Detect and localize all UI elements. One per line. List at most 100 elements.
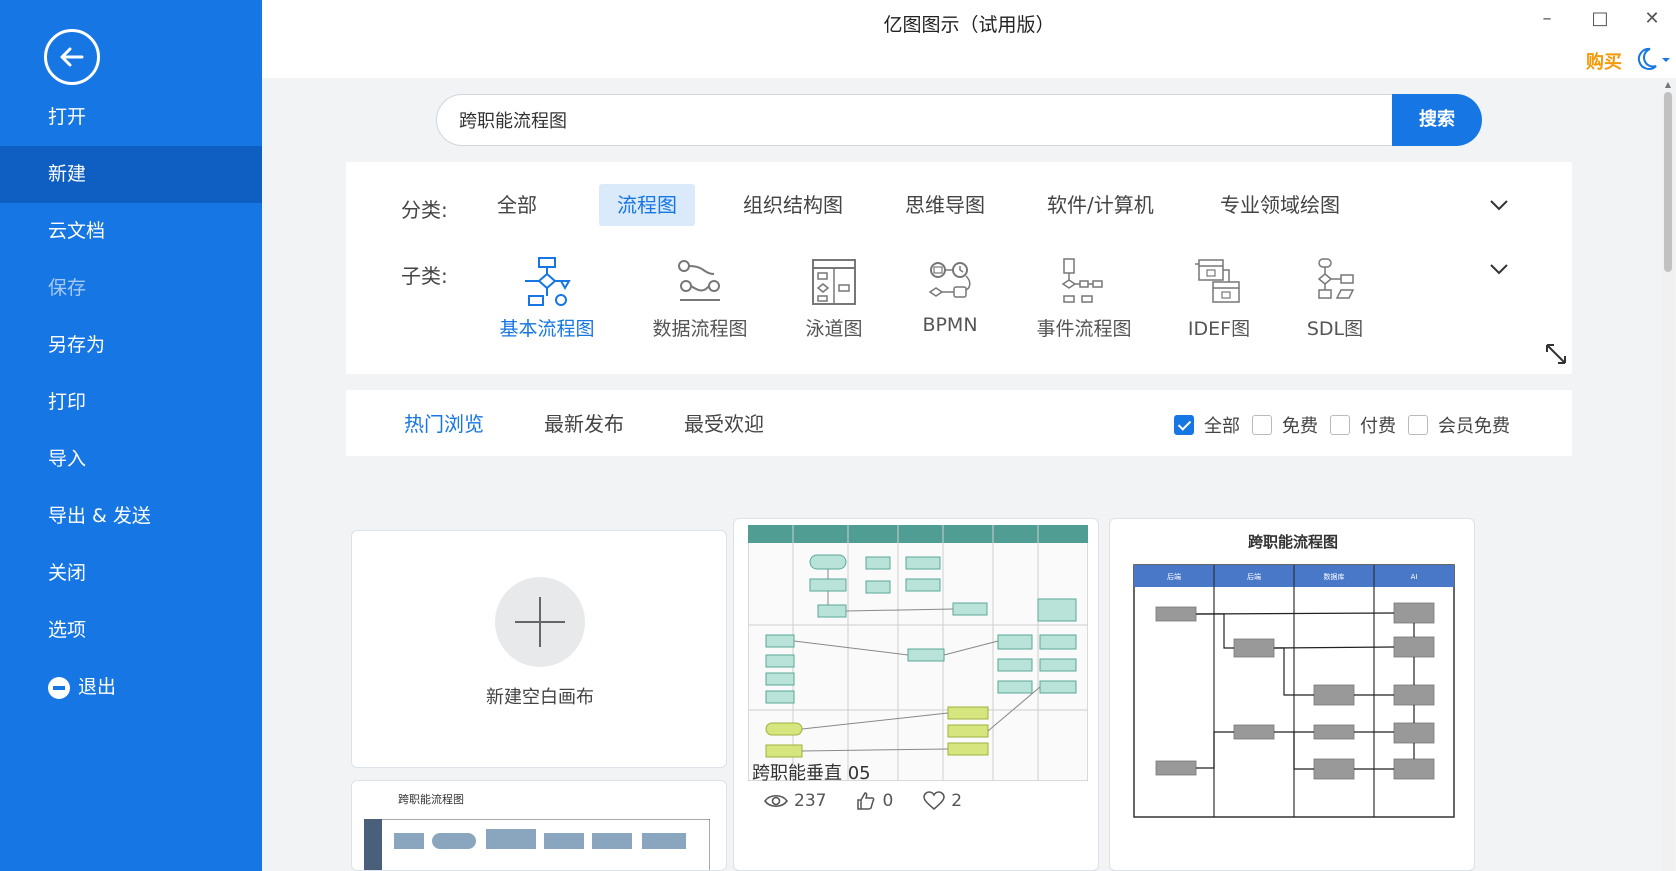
chevron-down-icon[interactable] [1488,258,1510,280]
new-blank-canvas-card[interactable]: 新建空白画布 [351,530,727,768]
tab-mind-map[interactable]: 思维导图 [887,184,1003,226]
buy-link[interactable]: 购买 [1586,48,1622,74]
tab-newest[interactable]: 最新发布 [544,408,624,437]
arrow-left-icon [60,47,84,67]
filter-paid[interactable]: 付费 [1330,412,1396,438]
search-input[interactable] [436,94,1426,146]
filter-free-checkbox[interactable] [1252,415,1272,435]
template-title: 跨职能垂直 05 [752,763,871,784]
exit-icon [48,676,70,699]
lane-header: 数据库 [1324,572,1345,581]
filter-free[interactable]: 免费 [1252,412,1318,438]
filter-bar: 热门浏览 最新发布 最受欢迎 全部 免费 付费 会员免费 [346,390,1572,456]
tab-org-chart[interactable]: 组织结构图 [725,184,861,226]
data-flow-icon [678,260,720,301]
favorites-stat[interactable]: 2 [923,791,962,811]
subcat-sdl[interactable]: SDL图 [1275,256,1395,341]
subcat-idef[interactable]: IDEF图 [1159,256,1279,341]
subcat-label: 事件流程图 [1036,318,1132,340]
likes-stat[interactable]: 0 [856,791,893,811]
sidebar-menu: 打开 新建 云文档 保存 另存为 打印 导入 导出 & 发送 关闭 选项 退出 [0,89,262,716]
vertical-scrollbar[interactable]: ▲ [1662,80,1674,871]
tab-professional[interactable]: 专业领域绘图 [1202,184,1358,226]
thumbs-up-icon [857,792,875,810]
subcat-event-flow[interactable]: 事件流程图 [1024,256,1144,341]
scroll-up-icon[interactable]: ▲ [1662,80,1674,89]
sidebar-item-export-send[interactable]: 导出 & 发送 [0,488,262,545]
sidebar: 打开 新建 云文档 保存 另存为 打印 导入 导出 & 发送 关闭 选项 退出 [0,0,262,871]
back-button[interactable] [44,29,100,85]
subcat-label: 基本流程图 [499,318,595,340]
minimize-button[interactable]: – [1532,8,1562,29]
sidebar-item-save-as[interactable]: 另存为 [0,317,262,374]
plus-icon [495,577,585,667]
thumbnail-title: 跨职能流程图 [398,793,464,806]
template-thumbnail: 跨职能流程图 后端 后端 数据库 AI [1133,533,1455,818]
subcat-label: 泳道图 [805,318,863,340]
category-label: 分类: [401,198,448,222]
sdl-icon [1317,258,1355,299]
chevron-down-icon[interactable] [1488,194,1510,216]
sidebar-item-new[interactable]: 新建 [0,146,262,203]
sidebar-item-print[interactable]: 打印 [0,374,262,431]
likes-count: 0 [882,791,894,811]
sidebar-item-cloud-docs[interactable]: 云文档 [0,203,262,260]
subcat-label: 数据流程图 [652,318,748,340]
subcat-data-flow[interactable]: 数据流程图 [640,256,760,341]
title-bar: 亿图图示（试用版） – □ ✕ 购买 [262,0,1676,78]
template-card[interactable]: 跨职能流程图 [351,780,727,871]
lane-header: 后端 [1167,572,1181,581]
sidebar-item-options[interactable]: 选项 [0,602,262,659]
blank-card-label: 新建空白画布 [486,687,594,708]
expand-icon[interactable] [1544,342,1568,366]
tab-all[interactable]: 全部 [479,184,555,226]
subcat-label: IDEF图 [1187,318,1251,340]
filter-all[interactable]: 全部 [1174,412,1240,438]
subcat-basic-flowchart[interactable]: 基本流程图 [487,256,607,341]
template-stats: 237 0 2 [764,791,962,811]
eye-icon [764,794,788,808]
lane-header: 后端 [1247,572,1261,581]
lane-header: AI [1411,573,1418,581]
tab-most-liked[interactable]: 最受欢迎 [684,408,764,437]
filter-label: 会员免费 [1438,416,1510,437]
sidebar-item-close[interactable]: 关闭 [0,545,262,602]
event-flow-icon [1061,258,1103,303]
tab-flowchart[interactable]: 流程图 [599,184,695,226]
template-card[interactable]: 跨职能垂直 05 237 0 2 [733,518,1099,871]
filter-member-free[interactable]: 会员免费 [1408,412,1510,438]
idef-icon [1195,259,1240,303]
sidebar-item-open[interactable]: 打开 [0,89,262,146]
template-thumbnail [364,819,710,870]
sidebar-item-exit[interactable]: 退出 [0,659,262,716]
filter-paid-checkbox[interactable] [1330,415,1350,435]
basic-flowchart-icon [525,257,571,306]
subcat-swimlane[interactable]: 泳道图 [774,256,894,341]
views-stat: 237 [764,791,826,811]
swimlane-icon [812,259,856,305]
subcat-label: SDL图 [1306,318,1364,340]
template-card[interactable]: 跨职能流程图 后端 后端 数据库 AI [1109,518,1475,871]
bpmn-icon [928,262,971,298]
sidebar-item-import[interactable]: 导入 [0,431,262,488]
theme-menu-icon[interactable] [1634,46,1670,76]
filter-label: 付费 [1360,416,1396,437]
search-bar: 搜索 [436,94,1490,146]
filter-label: 免费 [1282,416,1318,437]
favorites-count: 2 [951,791,963,811]
sidebar-item-save[interactable]: 保存 [0,260,262,317]
scrollbar-thumb[interactable] [1664,92,1672,272]
filter-member-free-checkbox[interactable] [1408,415,1428,435]
tab-software[interactable]: 软件/计算机 [1029,184,1172,226]
views-count: 237 [794,791,827,811]
search-button[interactable]: 搜索 [1392,94,1482,146]
category-panel: 分类: 全部 流程图 组织结构图 思维导图 软件/计算机 专业领域绘图 子类: … [346,162,1572,374]
thumbnail-title: 跨职能流程图 [1248,533,1338,551]
tab-popular[interactable]: 热门浏览 [404,408,484,437]
window-title: 亿图图示（试用版） [883,14,1055,36]
subcat-bpmn[interactable]: BPMN [890,256,1010,336]
subcat-label: BPMN [922,314,978,336]
close-button[interactable]: ✕ [1637,8,1667,29]
maximize-button[interactable]: □ [1585,8,1615,29]
filter-all-checkbox[interactable] [1174,415,1194,435]
